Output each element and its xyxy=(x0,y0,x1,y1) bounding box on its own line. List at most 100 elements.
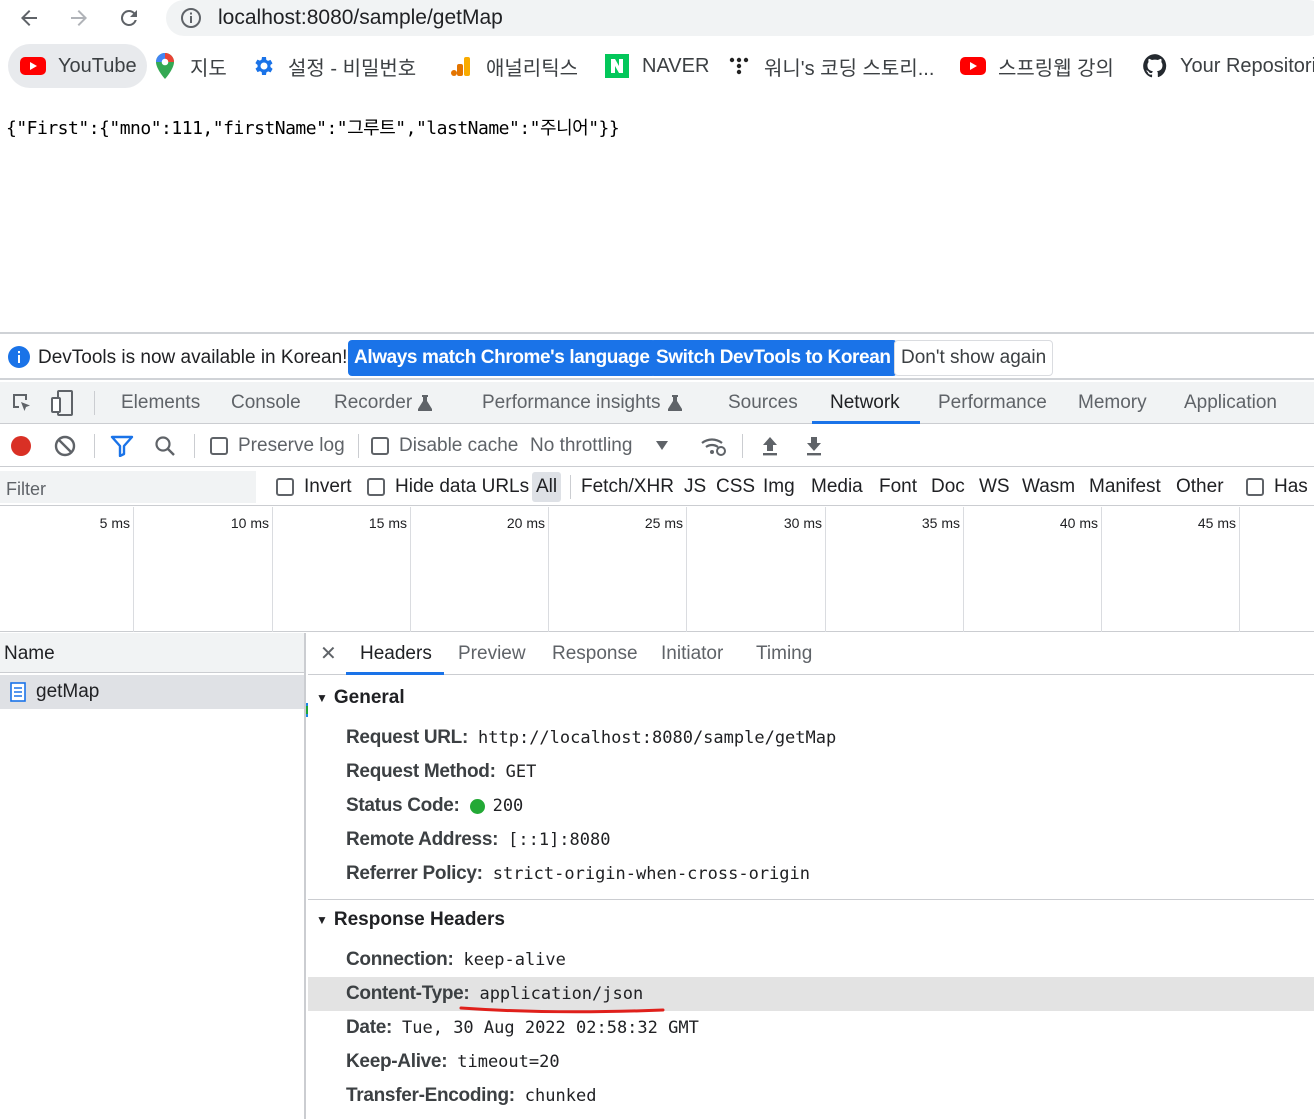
invert-checkbox[interactable]: Invert xyxy=(276,468,352,506)
infobar-message: DevTools is now available in Korean! xyxy=(38,347,348,368)
analytics-icon xyxy=(448,53,474,79)
filter-input[interactable]: Filter xyxy=(0,471,256,503)
section-title: General xyxy=(333,687,405,708)
type-filter-media[interactable]: Media xyxy=(811,468,863,506)
clear-button[interactable] xyxy=(54,425,76,467)
disable-cache-checkbox[interactable]: Disable cache xyxy=(371,425,518,467)
bookmark-label: 지도 xyxy=(190,57,227,80)
type-filter-fetch-xhr[interactable]: Fetch/XHR xyxy=(581,468,674,506)
settings-gear-icon xyxy=(250,53,276,79)
bookmark-repositories[interactable]: Your Repositorie xyxy=(1142,44,1314,88)
tab-elements[interactable]: Elements xyxy=(121,382,200,424)
reload-button[interactable] xyxy=(114,4,144,32)
device-toolbar-button[interactable] xyxy=(50,382,74,424)
tab-network[interactable]: Network xyxy=(830,382,900,424)
tab-performance[interactable]: Performance xyxy=(938,382,1047,424)
funnel-icon xyxy=(110,435,134,457)
bookmark-label: Your Repositorie xyxy=(1180,54,1314,77)
tab-response[interactable]: Response xyxy=(552,633,638,675)
type-filter-all[interactable]: All xyxy=(532,472,562,502)
tab-headers[interactable]: Headers xyxy=(360,633,432,675)
tab-initiator[interactable]: Initiator xyxy=(661,633,723,675)
header-row: Referrer Policy: strict-origin-when-cross… xyxy=(346,857,810,891)
header-row: Connection: keep-alive xyxy=(346,943,566,977)
network-overview-timeline[interactable]: 5 ms 10 ms 15 ms 20 ms 25 ms 30 ms 35 ms… xyxy=(0,507,1314,717)
preserve-log-checkbox[interactable]: Preserve log xyxy=(210,425,345,467)
request-row[interactable]: getMap xyxy=(0,675,304,709)
bookmark-naver[interactable]: NAVER xyxy=(604,44,709,88)
header-key: Date: xyxy=(346,1017,393,1038)
divider xyxy=(194,434,195,458)
request-list: Name getMap xyxy=(0,633,306,1119)
bookmark-analytics[interactable]: 애널리틱스 xyxy=(448,44,578,88)
type-filter-js[interactable]: JS xyxy=(684,468,706,506)
dont-show-again-button[interactable]: Don't show again xyxy=(894,340,1054,376)
header-row: Transfer-Encoding: chunked xyxy=(346,1079,596,1113)
tick-label: 10 ms xyxy=(230,515,269,531)
has-blocked-cookies-checkbox[interactable]: Has b xyxy=(1246,468,1314,506)
checkbox-box[interactable] xyxy=(1246,478,1264,496)
maps-pin-icon xyxy=(152,53,178,79)
inspect-cursor-icon xyxy=(13,394,30,411)
record-button[interactable] xyxy=(10,425,32,467)
header-key: Connection: xyxy=(346,949,454,970)
throttling-select[interactable]: No throttling xyxy=(530,425,669,467)
back-button[interactable] xyxy=(14,4,44,32)
type-filter-wasm[interactable]: Wasm xyxy=(1022,468,1075,506)
document-icon xyxy=(10,682,26,702)
search-button[interactable] xyxy=(154,425,176,467)
checkbox-box[interactable] xyxy=(210,437,228,455)
type-filter-manifest[interactable]: Manifest xyxy=(1089,468,1161,506)
filter-toggle-button[interactable] xyxy=(110,425,134,467)
checkbox-box[interactable] xyxy=(371,437,389,455)
checkbox-label: Preserve log xyxy=(238,435,345,456)
always-match-language-button[interactable]: Always match Chrome's language xyxy=(348,340,656,376)
tab-memory[interactable]: Memory xyxy=(1078,382,1147,424)
header-value: 200 xyxy=(492,796,524,816)
tab-application[interactable]: Application xyxy=(1184,382,1277,424)
type-filter-img[interactable]: Img xyxy=(763,468,795,506)
flask-icon xyxy=(418,395,433,411)
clear-icon xyxy=(54,435,76,457)
hide-data-urls-checkbox[interactable]: Hide data URLs xyxy=(367,468,529,506)
response-headers-section-toggle[interactable]: ▼ Response Headers xyxy=(316,909,505,931)
tab-preview[interactable]: Preview xyxy=(458,633,526,675)
type-filter-font[interactable]: Font xyxy=(879,468,917,506)
type-filter-ws[interactable]: WS xyxy=(979,468,1010,506)
general-section-toggle[interactable]: ▼ General xyxy=(316,687,405,709)
type-filter-css[interactable]: CSS xyxy=(716,468,755,506)
switch-to-korean-button[interactable]: Switch DevTools to Korean xyxy=(650,340,897,376)
tab-recorder[interactable]: Recorder xyxy=(334,382,433,424)
network-conditions-button[interactable] xyxy=(700,425,728,467)
forward-button[interactable] xyxy=(64,4,94,32)
network-filter-bar: Filter Invert Hide data URLs All Fetch/X… xyxy=(0,468,1314,506)
bookmark-youtube[interactable]: YouTube xyxy=(8,44,147,88)
bookmark-coding-story[interactable]: 워니's 코딩 스토리... xyxy=(726,44,934,88)
tab-performance-insights[interactable]: Performance insights xyxy=(482,382,683,424)
type-filter-doc[interactable]: Doc xyxy=(931,468,965,506)
active-tab-indicator xyxy=(812,421,920,424)
tab-console[interactable]: Console xyxy=(231,382,301,424)
name-column-header[interactable]: Name xyxy=(0,633,304,673)
close-icon[interactable]: ✕ xyxy=(320,641,337,666)
inspect-element-button[interactable] xyxy=(10,382,34,424)
divider xyxy=(742,434,743,458)
status-ok-dot xyxy=(469,798,485,814)
tick-label: 5 ms xyxy=(99,515,130,531)
import-har-button[interactable] xyxy=(760,425,780,467)
bookmark-maps[interactable]: 지도 xyxy=(152,44,227,88)
export-har-button[interactable] xyxy=(804,425,824,467)
type-filter-other[interactable]: Other xyxy=(1176,468,1224,506)
tab-sources[interactable]: Sources xyxy=(728,382,798,424)
bookmark-spring-web[interactable]: 스프링웹 강의 xyxy=(960,44,1114,88)
bookmark-settings-password[interactable]: 설정 - 비밀번호 xyxy=(250,44,416,88)
checkbox-label: Invert xyxy=(304,476,352,497)
checkbox-box[interactable] xyxy=(276,478,294,496)
checkbox-box[interactable] xyxy=(367,478,385,496)
bookmark-label: 애널리틱스 xyxy=(486,57,578,80)
header-key: Status Code: xyxy=(346,795,460,816)
divider xyxy=(358,434,359,458)
tab-timing[interactable]: Timing xyxy=(756,633,812,675)
info-icon[interactable] xyxy=(180,7,202,29)
address-bar[interactable]: localhost:8080/sample/getMap xyxy=(166,0,1314,36)
